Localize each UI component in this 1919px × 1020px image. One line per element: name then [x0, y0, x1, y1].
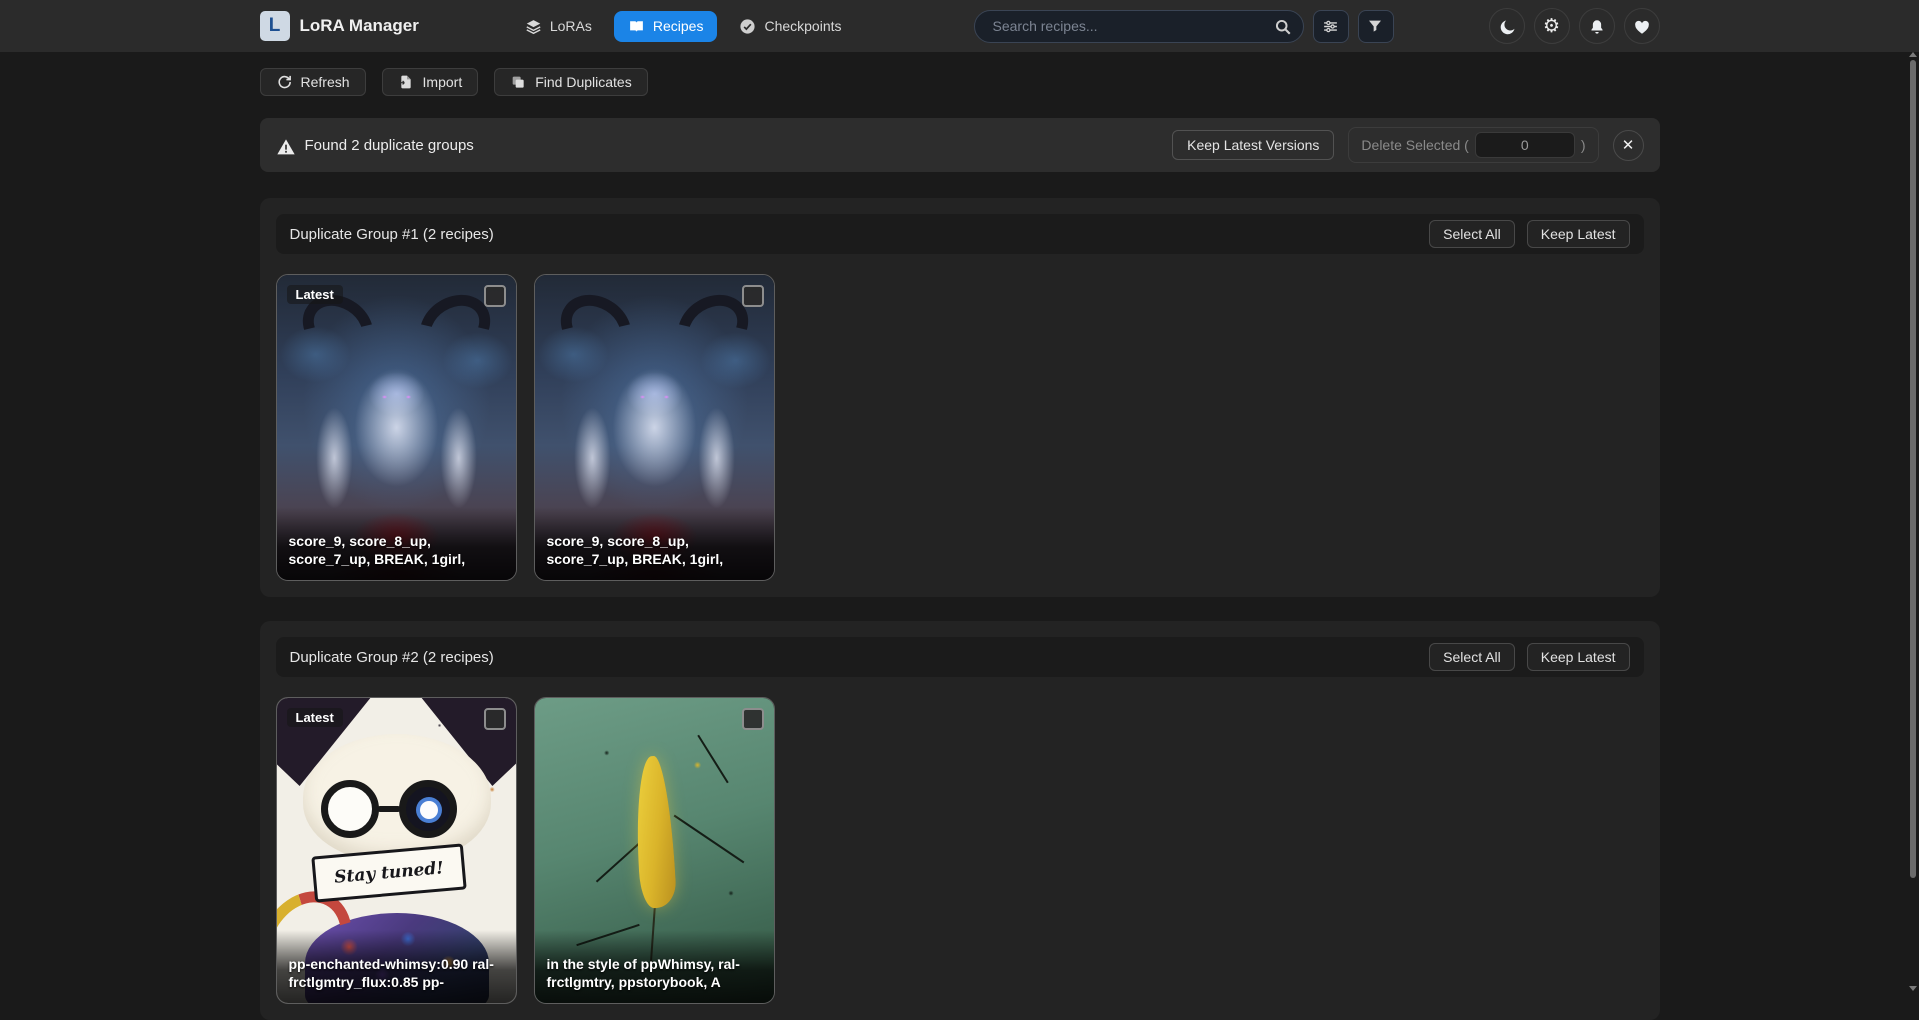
- duplicate-group-panel-2: Duplicate Group #2 (2 recipes) Select Al…: [260, 621, 1660, 1020]
- nav-tab-checkpoints[interactable]: Checkpoints: [725, 11, 855, 42]
- close-banner-button[interactable]: ✕: [1613, 130, 1644, 161]
- search-area: [974, 10, 1394, 43]
- delete-selected-prefix: Delete Selected (: [1361, 137, 1468, 153]
- card-prompt: score_9, score_8_up, score_7_up, BREAK, …: [277, 507, 516, 580]
- settings-button[interactable]: ⚙: [1534, 8, 1570, 44]
- find-duplicates-label: Find Duplicates: [535, 74, 632, 90]
- group-2-title: Duplicate Group #2 (2 recipes): [290, 649, 494, 666]
- art-detail: [673, 815, 744, 864]
- import-button[interactable]: Import: [382, 68, 479, 96]
- moon-icon: [1498, 18, 1515, 35]
- latest-badge: Latest: [287, 285, 343, 304]
- duplicate-group-panel-1: Duplicate Group #1 (2 recipes) Select Al…: [260, 198, 1660, 597]
- search-icon[interactable]: [1274, 18, 1291, 35]
- vertical-scrollbar[interactable]: [1909, 52, 1917, 993]
- art-detail: [633, 755, 677, 909]
- nav-tab-checkpoints-label: Checkpoints: [764, 18, 841, 34]
- stay-tuned-sign: Stay tuned!: [311, 843, 466, 902]
- group-1-keep-latest-button[interactable]: Keep Latest: [1527, 220, 1630, 248]
- layers-icon: [525, 18, 542, 35]
- search-box: [974, 10, 1304, 43]
- app-header: L LoRA Manager LoRAs Recipes Checkpoint: [0, 0, 1919, 52]
- heart-icon: [1633, 18, 1650, 35]
- card-checkbox[interactable]: [742, 708, 764, 730]
- warning-icon: [276, 137, 293, 154]
- sliders-icon: [1322, 18, 1339, 35]
- scrollbar-up-arrow[interactable]: [1909, 52, 1917, 57]
- support-button[interactable]: [1624, 8, 1660, 44]
- toolbar: Refresh Import Find Duplicates: [260, 68, 1660, 96]
- art-detail: [548, 282, 643, 372]
- copy-icon: [510, 74, 527, 91]
- art-detail: [420, 801, 438, 819]
- nav-tab-recipes-label: Recipes: [653, 18, 704, 34]
- refresh-label: Refresh: [301, 74, 350, 90]
- theme-toggle-button[interactable]: [1489, 8, 1525, 44]
- recipe-card[interactable]: score_9, score_8_up, score_7_up, BREAK, …: [534, 274, 775, 581]
- scrollbar-thumb[interactable]: [1910, 60, 1916, 878]
- card-checkbox[interactable]: [484, 708, 506, 730]
- header-actions: ⚙: [1489, 8, 1660, 44]
- recipe-card[interactable]: Latest score_9, score_8_up, score_7_up, …: [276, 274, 517, 581]
- app-title: LoRA Manager: [300, 16, 419, 36]
- search-input[interactable]: [991, 17, 1274, 35]
- scrollbar-down-arrow[interactable]: [1909, 986, 1917, 991]
- refresh-icon: [276, 74, 293, 91]
- duplicates-banner: Found 2 duplicate groups Keep Latest Ver…: [260, 118, 1660, 172]
- group-1-header: Duplicate Group #1 (2 recipes) Select Al…: [276, 214, 1644, 254]
- nav-tab-loras[interactable]: LoRAs: [511, 11, 606, 42]
- import-icon: [398, 74, 415, 91]
- art-detail: [697, 735, 728, 784]
- main-nav: LoRAs Recipes Checkpoints: [511, 11, 856, 42]
- card-prompt: score_9, score_8_up, score_7_up, BREAK, …: [535, 507, 774, 580]
- bell-icon: [1588, 18, 1605, 35]
- group-2-keep-latest-button[interactable]: Keep Latest: [1527, 643, 1630, 671]
- nav-tab-loras-label: LoRAs: [550, 18, 592, 34]
- keep-latest-versions-button[interactable]: Keep Latest Versions: [1172, 130, 1334, 160]
- group-1-cards: Latest score_9, score_8_up, score_7_up, …: [276, 274, 1644, 581]
- recipe-card[interactable]: Stay tuned! Latest pp-enchanted-whimsy:0…: [276, 697, 517, 1004]
- banner-message: Found 2 duplicate groups: [305, 137, 474, 154]
- art-detail: [321, 780, 379, 838]
- book-icon: [628, 18, 645, 35]
- search-options-button[interactable]: [1313, 10, 1349, 43]
- group-1-title: Duplicate Group #1 (2 recipes): [290, 226, 494, 243]
- import-label: Import: [423, 74, 463, 90]
- art-detail: [377, 806, 401, 812]
- refresh-button[interactable]: Refresh: [260, 68, 366, 96]
- latest-badge: Latest: [287, 708, 343, 727]
- notifications-button[interactable]: [1579, 8, 1615, 44]
- group-2-select-all-button[interactable]: Select All: [1429, 643, 1515, 671]
- find-duplicates-button[interactable]: Find Duplicates: [494, 68, 648, 96]
- group-2-header: Duplicate Group #2 (2 recipes) Select Al…: [276, 637, 1644, 677]
- funnel-icon: [1367, 18, 1384, 35]
- nav-tab-recipes[interactable]: Recipes: [614, 11, 718, 42]
- art-detail: [399, 780, 457, 838]
- card-prompt: pp-enchanted-whimsy:0.90 ral-frctlgmtry_…: [277, 930, 516, 1003]
- group-1-select-all-button[interactable]: Select All: [1429, 220, 1515, 248]
- selected-count-input[interactable]: [1475, 132, 1575, 158]
- card-checkbox[interactable]: [484, 285, 506, 307]
- delete-selected-suffix: ): [1581, 137, 1586, 153]
- recipe-card[interactable]: in the style of ppWhimsy, ral-frctlgmtry…: [534, 697, 775, 1004]
- card-prompt: in the style of ppWhimsy, ral-frctlgmtry…: [535, 930, 774, 1003]
- group-2-cards: Stay tuned! Latest pp-enchanted-whimsy:0…: [276, 697, 1644, 1004]
- gear-icon: ⚙: [1543, 17, 1560, 36]
- app-logo: L: [260, 11, 290, 41]
- check-circle-icon: [739, 18, 756, 35]
- logo-letter: L: [269, 15, 281, 37]
- delete-selected-button[interactable]: Delete Selected ( ): [1348, 127, 1598, 163]
- card-checkbox[interactable]: [742, 285, 764, 307]
- close-icon: ✕: [1622, 136, 1635, 154]
- filter-button[interactable]: [1358, 10, 1394, 43]
